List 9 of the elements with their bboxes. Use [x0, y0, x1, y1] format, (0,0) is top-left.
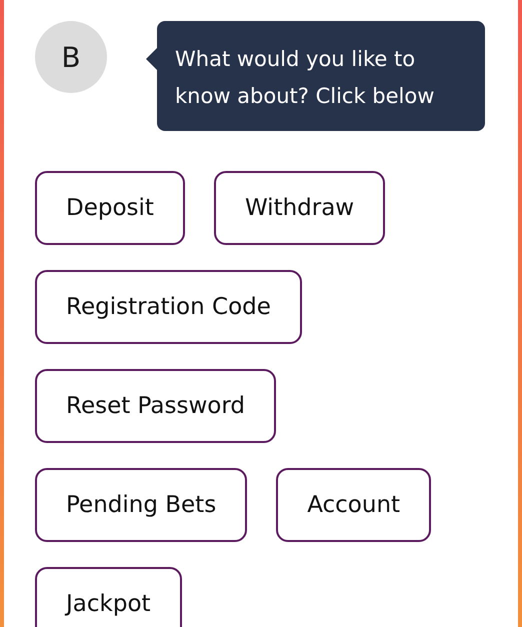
- avatar: B: [35, 21, 107, 93]
- option-button[interactable]: Registration Code: [35, 270, 302, 344]
- option-button[interactable]: Account: [276, 468, 432, 542]
- option-button[interactable]: Withdraw: [214, 171, 386, 245]
- option-button[interactable]: Deposit: [35, 171, 185, 245]
- message-text: What would you like to know about? Click below: [175, 46, 436, 110]
- option-button[interactable]: Reset Password: [35, 369, 276, 443]
- option-button[interactable]: Pending Bets: [35, 468, 248, 542]
- option-button[interactable]: Jackpot: [35, 567, 182, 627]
